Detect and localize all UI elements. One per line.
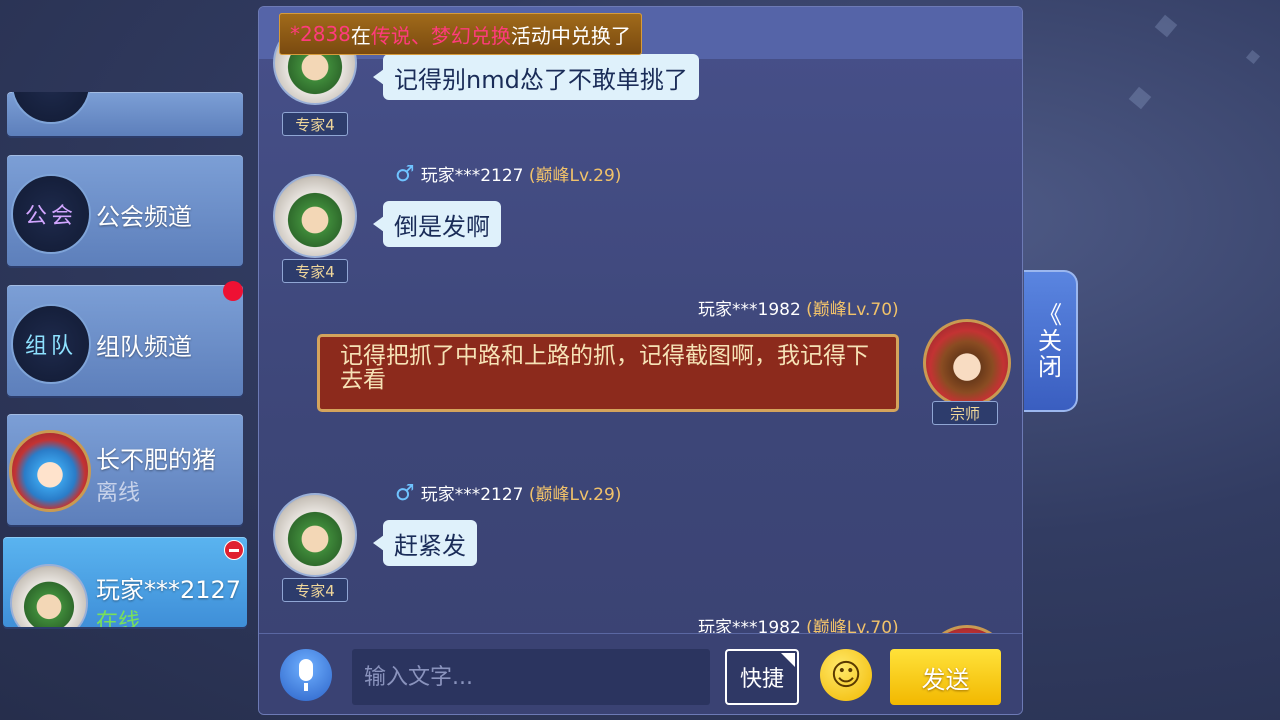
- double-chevron-left-icon: 《: [1038, 301, 1062, 329]
- sender-line: ♂ 玩家***2127 (巅峰Lv.29): [395, 480, 621, 506]
- message-bubble: 赶紧发: [373, 520, 477, 566]
- contact-item-active[interactable]: 玩家***2127 在线: [3, 537, 247, 627]
- background-sparkle: [1245, 49, 1261, 65]
- contact-name: 玩家***2127: [96, 576, 242, 604]
- sender-name: 玩家***2127: [420, 166, 524, 186]
- channel-item-team[interactable]: 组队 组队频道: [7, 281, 243, 396]
- microphone-stand: [304, 683, 308, 691]
- contact-name: 长不肥的猪: [96, 446, 216, 474]
- sender-line: ♂ 玩家***2127 (巅峰Lv.29): [395, 161, 621, 187]
- remove-contact-button[interactable]: [224, 540, 244, 560]
- sender-line: 玩家***1982 (巅峰Lv.70): [698, 295, 899, 320]
- send-label: 发送: [921, 665, 970, 694]
- rank-badge: 专家4: [282, 259, 348, 283]
- male-icon: ♂: [395, 481, 415, 506]
- channel-icon: [11, 92, 91, 124]
- send-button[interactable]: 发送: [890, 649, 1001, 705]
- system-announcement-banner-overlay: *2838 在 传说、梦幻兑换 活动中兑换了: [279, 13, 642, 55]
- quick-phrase-button[interactable]: 快捷: [725, 649, 799, 705]
- contact-status: 在线: [96, 610, 141, 627]
- chat-panel: *2838 在 传说、梦幻兑换 活动中兑换了 专家4 记得别nmd怂了不敢单挑了…: [258, 6, 1023, 715]
- message-input[interactable]: [352, 649, 710, 705]
- rank-badge: 专家4: [282, 578, 348, 602]
- emoji-button[interactable]: ☺: [820, 649, 872, 701]
- guild-channel-icon: 公会: [11, 174, 91, 254]
- channel-label: 公会频道: [96, 203, 192, 231]
- close-label-1: 关: [1038, 327, 1062, 355]
- contact-item[interactable]: 长不肥的猪 离线: [7, 414, 243, 525]
- corner-triangle-icon: [781, 653, 795, 667]
- contact-status: 离线: [96, 481, 141, 506]
- announcement-player: *2838: [290, 22, 351, 46]
- close-label-2: 闭: [1038, 353, 1062, 381]
- sender-name: 玩家***2127: [420, 485, 524, 505]
- channel-item-guild[interactable]: 公会 公会频道: [7, 155, 243, 266]
- voice-button[interactable]: [280, 649, 332, 701]
- smiley-icon: ☺: [830, 657, 862, 693]
- my-avatar[interactable]: [923, 319, 1011, 407]
- rank-badge: 宗师: [932, 401, 998, 425]
- sender-name: 玩家***1982: [698, 300, 801, 320]
- channel-label: 组队频道: [96, 333, 192, 361]
- sender-avatar[interactable]: [273, 493, 357, 577]
- male-icon: ♂: [395, 162, 415, 187]
- rank-badge: 专家4: [282, 112, 348, 136]
- guild-icon-text: 公会: [24, 204, 77, 229]
- announcement-text: 活动中兑换了: [510, 23, 631, 48]
- team-icon-text: 组队: [24, 334, 77, 359]
- background-sparkle: [1154, 14, 1178, 38]
- sender-level: (巅峰Lv.29): [528, 485, 622, 505]
- background-sparkle: [1128, 86, 1152, 110]
- notification-dot: [223, 281, 243, 301]
- contact-avatar: [10, 564, 88, 627]
- sender-level: (巅峰Lv.70): [806, 300, 899, 320]
- message-bubble: 记得别nmd怂了不敢单挑了: [373, 54, 699, 100]
- team-channel-icon: 组队: [11, 304, 91, 384]
- announcement-text: 在: [350, 23, 371, 48]
- sender-avatar[interactable]: [273, 174, 357, 258]
- contact-avatar: [9, 430, 91, 512]
- contact-clip: 玩家***2127 在线: [3, 537, 247, 627]
- close-panel-button[interactable]: 《 关 闭: [1024, 270, 1078, 412]
- message-bubble-mine: 记得把抓了中路和上路的抓，记得截图啊，我记得下去看: [317, 334, 899, 412]
- announcement-event: 传说、梦幻兑换: [370, 23, 511, 48]
- sender-level: (巅峰Lv.29): [528, 166, 622, 186]
- quick-phrase-label: 快捷: [739, 667, 784, 692]
- channel-item-partial[interactable]: [7, 92, 243, 136]
- chat-input-bar: 快捷 ☺ 发送: [259, 633, 1022, 714]
- message-bubble: 倒是发啊: [373, 201, 501, 247]
- microphone-icon: [299, 659, 313, 681]
